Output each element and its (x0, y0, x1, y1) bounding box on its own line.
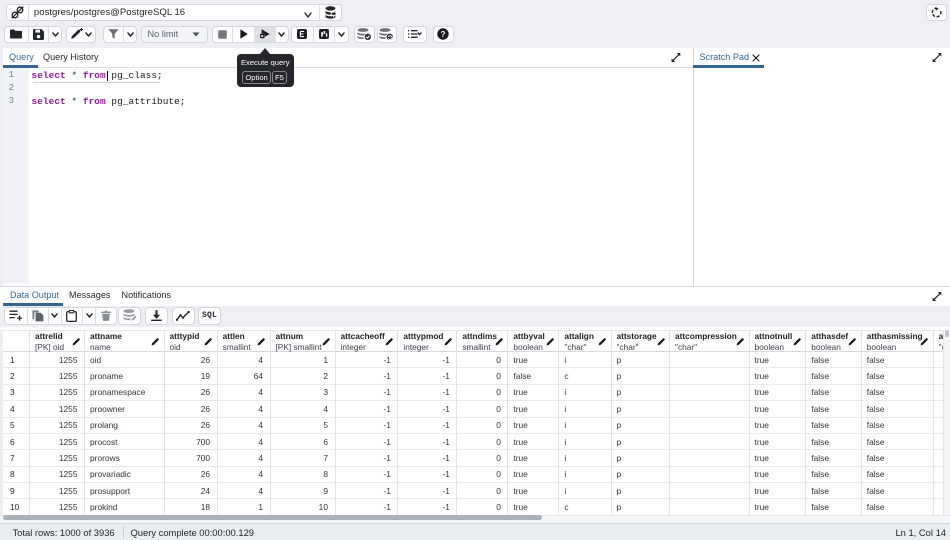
svg-text:?: ? (441, 30, 446, 39)
